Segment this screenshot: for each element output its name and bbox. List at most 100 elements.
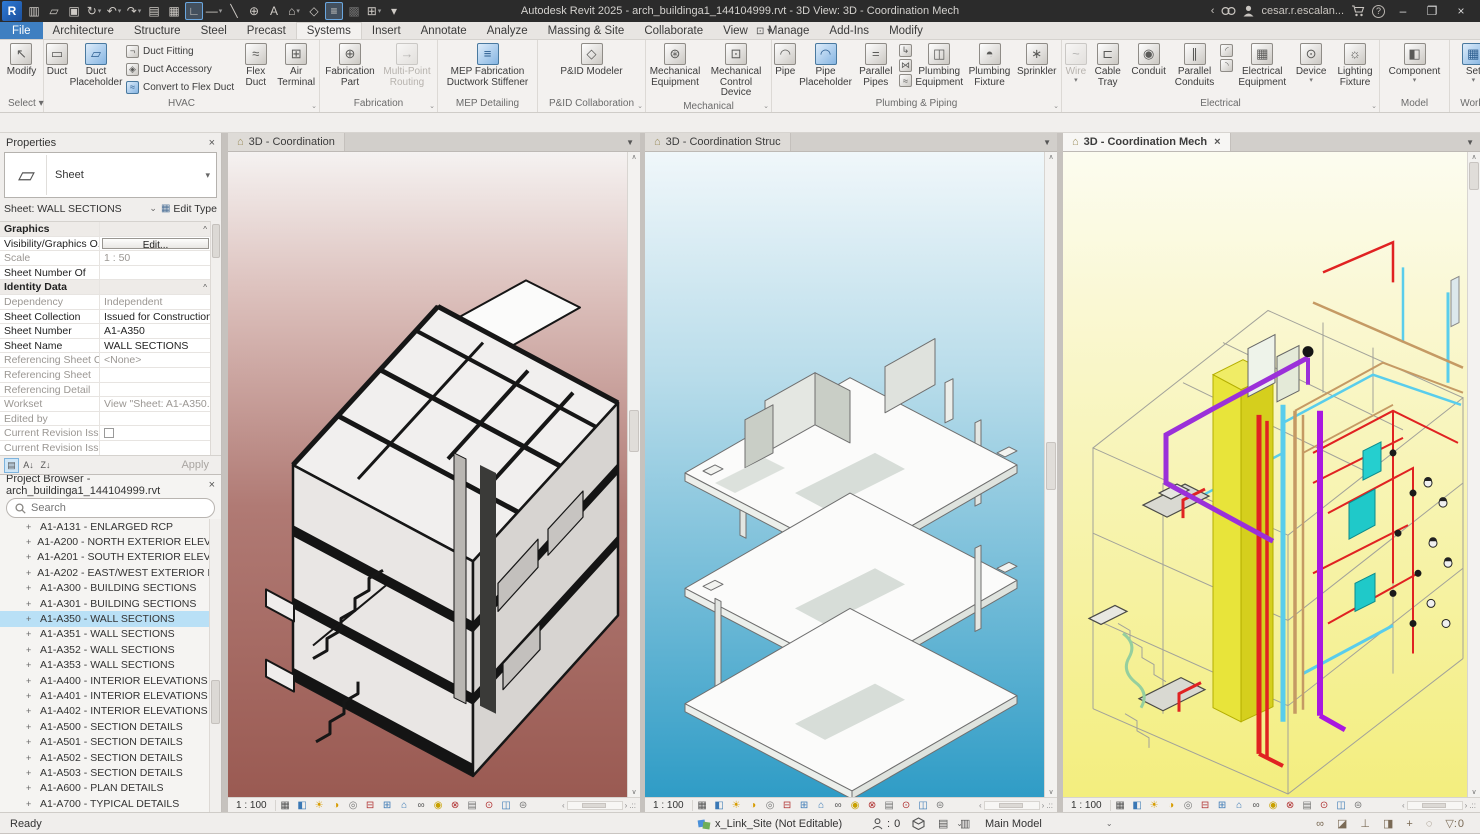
zoom[interactable]: ⊕ — [245, 2, 263, 20]
search-input[interactable] — [31, 502, 181, 514]
select-pinned-elements[interactable]: ⊥ — [1360, 817, 1370, 830]
scale-button[interactable]: 1 : 100 — [1065, 800, 1111, 811]
search-icon[interactable] — [1221, 5, 1236, 17]
flex-duct-button[interactable]: ≈Flex Duct — [237, 41, 274, 97]
collapse-arrow-icon[interactable]: ‹ — [1211, 5, 1215, 17]
ribbon-tab[interactable]: Steel — [191, 22, 237, 39]
customize-qat[interactable]: ▾ — [385, 2, 403, 20]
browser-sheet-item[interactable]: + A1-A201 - SOUTH EXTERIOR ELEVATION — [0, 550, 209, 565]
editable-requests-button[interactable]: :0 — [872, 813, 900, 834]
plumbing-equipment-button[interactable]: ◫Plumbing Equipment — [913, 41, 965, 97]
file-tabs[interactable]: ▥ — [25, 2, 43, 20]
browser-sheet-item[interactable]: + A1-A350 - WALL SECTIONS — [0, 611, 209, 626]
vertical-scrollbar[interactable]: ∧∨ — [627, 152, 640, 797]
select-links[interactable]: ∞ — [1316, 817, 1324, 830]
drag-elements-on-selection[interactable]: + — [1406, 817, 1412, 830]
lock-3d-view[interactable]: ⌂ — [1231, 799, 1248, 812]
visual-style[interactable]: ◧ — [1129, 799, 1146, 812]
browser-sheet-item[interactable]: + A1-A503 - SECTION DETAILS — [0, 765, 209, 780]
browser-sheet-item[interactable]: + A1-A131 - ENLARGED RCP — [0, 519, 209, 534]
lock-3d-view[interactable]: ⌂ — [396, 799, 413, 812]
duct-placeholder-button[interactable]: ▱Duct Placeholder — [69, 41, 123, 97]
device-button[interactable]: ⊙Device▾ — [1290, 41, 1332, 97]
browser-sheet-item[interactable]: + A1-A501 - SECTION DETAILS — [0, 734, 209, 749]
pipe-fitting-icon[interactable]: ↳ — [899, 44, 912, 57]
expand-plus-icon[interactable]: + — [26, 629, 34, 639]
expand-plus-icon[interactable]: + — [26, 660, 34, 670]
crop-view[interactable]: ⊟ — [1197, 799, 1214, 812]
displacement-sets[interactable]: ◫ — [915, 799, 932, 812]
analytical-model[interactable]: ⊙ — [481, 799, 498, 812]
sun-path[interactable]: ☀ — [728, 799, 745, 812]
detail-level[interactable]: ▦ — [1112, 799, 1129, 812]
section[interactable]: ◇ — [305, 2, 323, 20]
worksets-icon[interactable] — [912, 817, 925, 830]
scroll-left-icon[interactable]: ‹ — [562, 801, 565, 810]
crop-view[interactable]: ⊟ — [779, 799, 796, 812]
panel-expander-icon[interactable]: ⌄ — [1371, 102, 1377, 110]
browser-sheet-item[interactable]: + A1-A301 - BUILDING SECTIONS — [0, 596, 209, 611]
conduit-button[interactable]: ◉Conduit — [1128, 41, 1170, 97]
mechanical-control-device-button[interactable]: ⊡Mechanical Control Device — [703, 41, 769, 100]
cable-tray-button[interactable]: ⊏Cable Tray — [1089, 41, 1127, 97]
sort-descending-icon[interactable]: Z↓ — [38, 458, 53, 473]
user-icon[interactable] — [1243, 5, 1254, 17]
temporary-hide-isolate[interactable]: ∞ — [413, 799, 430, 812]
scroll-right-icon[interactable]: › — [1465, 801, 1468, 810]
properties-scrollbar[interactable] — [210, 221, 221, 455]
sort-ascending-icon[interactable]: A↓ — [21, 458, 36, 473]
parallel-conduits-button[interactable]: ∥Parallel Conduits — [1171, 41, 1219, 97]
measure[interactable]: — — [205, 2, 223, 20]
scroll-right-icon[interactable]: › — [625, 801, 628, 810]
cable-tray-fitting-icon[interactable]: ◜ — [1220, 44, 1233, 57]
detail-line[interactable]: ╲ — [225, 2, 243, 20]
property-row[interactable]: Referencing Sheet — [0, 368, 221, 383]
apply-button[interactable]: Apply — [181, 459, 217, 471]
expand-plus-icon[interactable]: + — [26, 614, 34, 624]
pipe-accessory-icon[interactable]: ⋈ — [899, 59, 912, 72]
shadows[interactable]: ◑ — [328, 799, 345, 812]
expand-plus-icon[interactable]: + — [26, 737, 34, 747]
lighting-fixture-button[interactable]: ☼Lighting Fixture — [1333, 41, 1377, 97]
electrical-equipment-button[interactable]: ▦Electrical Equipment — [1235, 41, 1289, 97]
select-elements-by-face[interactable]: ◨ — [1383, 817, 1393, 830]
sprinkler-button[interactable]: ∗Sprinkler — [1014, 41, 1060, 97]
analytical-model[interactable]: ⊙ — [898, 799, 915, 812]
property-row[interactable]: Current Revision Issu — [0, 441, 221, 455]
vertical-scrollbar[interactable]: ∧∨ — [1044, 152, 1057, 797]
reveal-hidden-elements[interactable]: ◉ — [430, 799, 447, 812]
property-row[interactable]: Sheet Number Of — [0, 266, 221, 281]
viewport-canvas-mep[interactable] — [1063, 152, 1480, 797]
convert-to-flex-duct-button[interactable]: ≈Convert to Flex Duct — [126, 79, 234, 95]
temporary-view-properties[interactable]: ▤ — [881, 799, 898, 812]
expand-plus-icon[interactable]: + — [26, 783, 34, 793]
expand-plus-icon[interactable]: + — [26, 599, 34, 609]
browser-sheet-item[interactable]: + A1-A353 - WALL SECTIONS — [0, 658, 209, 673]
expand-plus-icon[interactable]: + — [26, 768, 34, 778]
reveal-constraints[interactable]: ⊜ — [1350, 799, 1367, 812]
crop-region[interactable]: ⊞ — [379, 799, 396, 812]
visual-style[interactable]: ◧ — [294, 799, 311, 812]
synchronize-with-central[interactable]: ↻ — [85, 2, 103, 20]
default-3d-view[interactable]: ⌂ — [285, 2, 303, 20]
air-terminal-button[interactable]: ⊞Air Terminal — [274, 41, 318, 97]
aligned-dimension[interactable]: ∟ — [185, 2, 203, 20]
browser-scrollbar[interactable] — [209, 519, 221, 812]
property-row[interactable]: Identity Data — [0, 280, 221, 295]
property-row[interactable]: Sheet Number A1-A350 — [0, 324, 221, 339]
design-options-dropdown[interactable]: Main Model ⌄ — [985, 813, 1113, 834]
close-hidden-windows[interactable]: ▩ — [345, 2, 363, 20]
browser-sheet-item[interactable]: + A1-A600 - PLAN DETAILS — [0, 781, 209, 796]
scroll-left-icon[interactable]: ‹ — [979, 801, 982, 810]
close-button[interactable]: × — [1450, 4, 1472, 18]
ribbon-tab[interactable]: Modify — [879, 22, 933, 39]
mep-fabrication-ductwork-stiffener-button[interactable]: ≡MEP Fabrication Ductwork Stiffener — [441, 41, 535, 97]
worksharing-display[interactable]: ⊗ — [447, 799, 464, 812]
property-row[interactable]: Dependency Independent — [0, 295, 221, 310]
text[interactable]: A — [265, 2, 283, 20]
browser-sheet-item[interactable]: + A1-A502 - SECTION DETAILS — [0, 750, 209, 765]
temporary-view-properties[interactable]: ▤ — [464, 799, 481, 812]
expand-plus-icon[interactable]: + — [26, 522, 34, 532]
detail-level[interactable]: ▦ — [694, 799, 711, 812]
cart-icon[interactable] — [1351, 5, 1365, 17]
